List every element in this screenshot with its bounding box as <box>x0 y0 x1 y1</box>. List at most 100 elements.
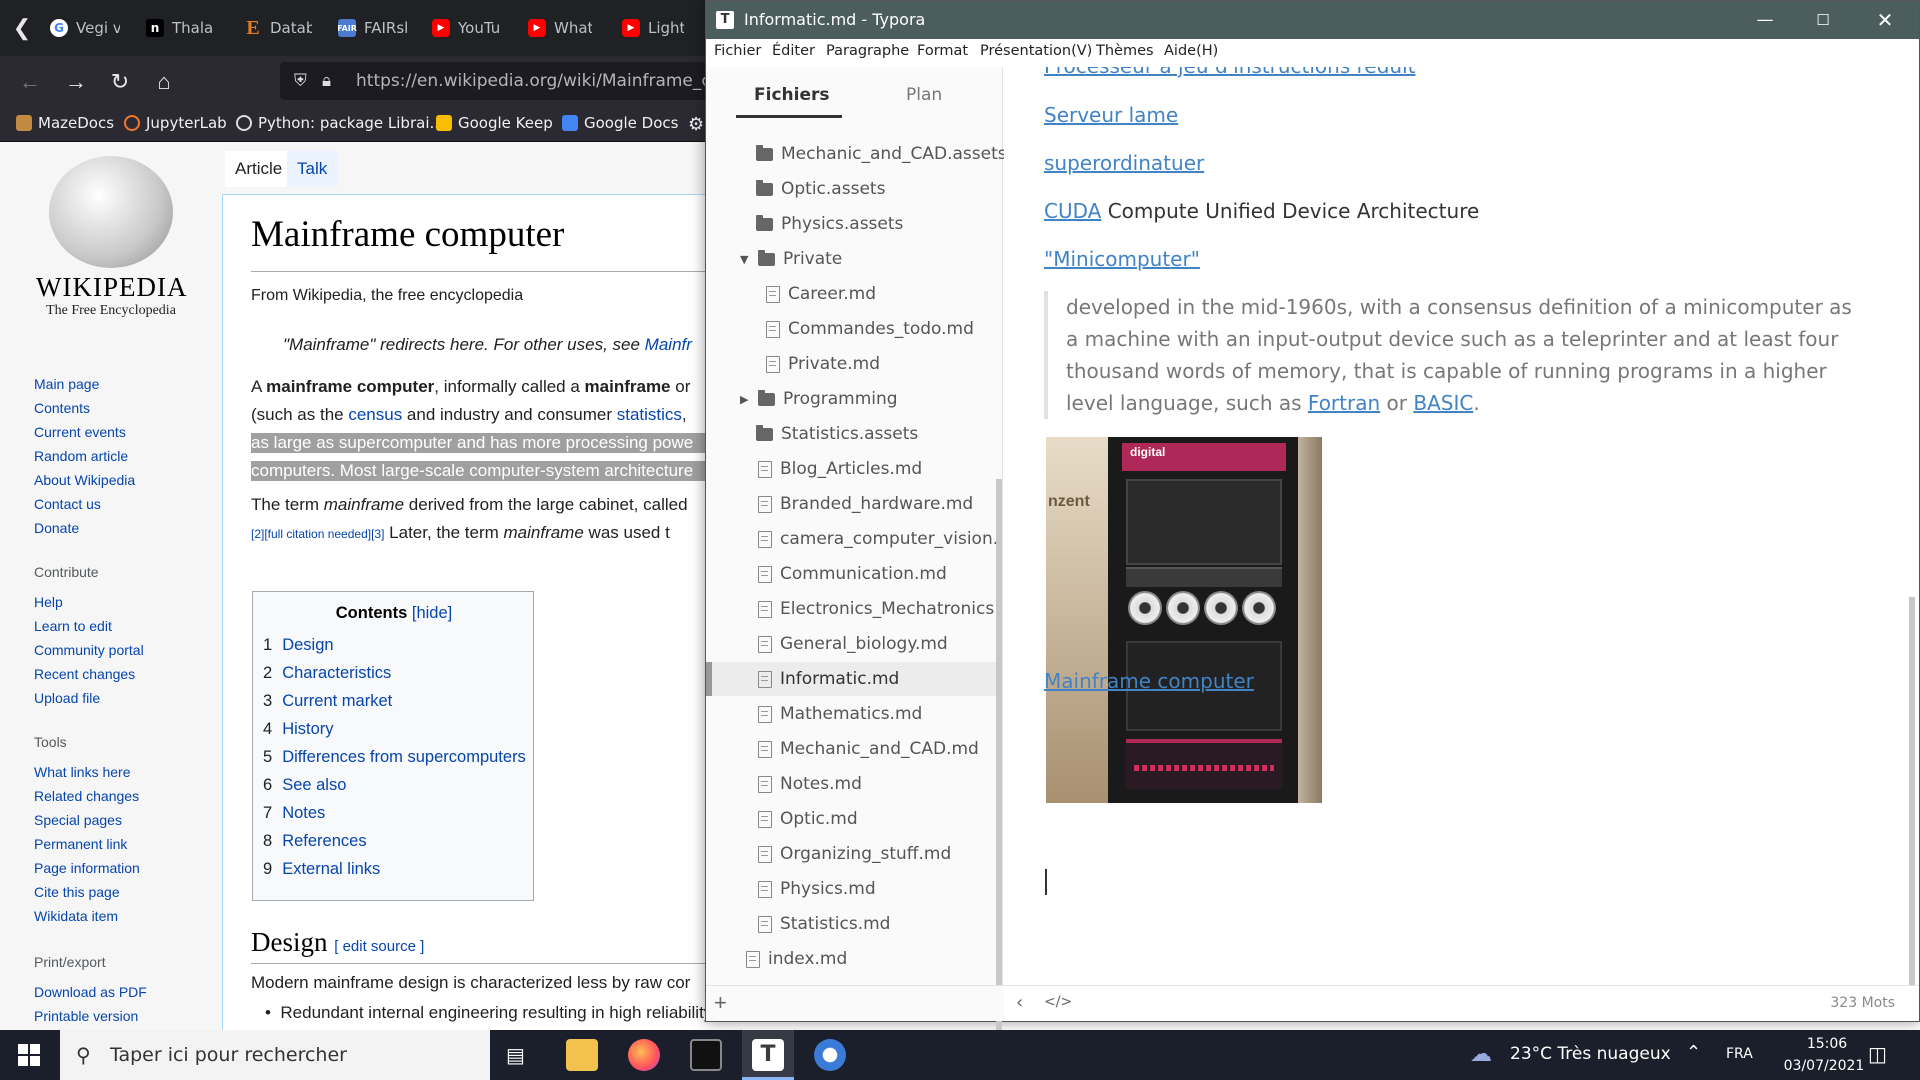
file-tree-item[interactable]: index.md <box>746 942 996 976</box>
nav-what-links-here[interactable]: What links here <box>34 764 130 780</box>
nav-download-pdf[interactable]: Download as PDF <box>34 984 147 1000</box>
file-tree-item[interactable]: Optic.md <box>758 802 996 836</box>
bookmark-mazedocs[interactable]: MazeDocs <box>16 114 114 132</box>
nav-printable-version[interactable]: Printable version <box>34 1008 138 1024</box>
nav-special-pages[interactable]: Special pages <box>34 812 122 828</box>
file-tree-item[interactable]: Private.md <box>766 347 880 381</box>
reload-icon[interactable]: ↻ <box>106 68 134 96</box>
clock-date[interactable]: 03/07/2021 <box>1768 1058 1880 1074</box>
nav-main-page[interactable]: Main page <box>34 376 99 392</box>
toc-item[interactable]: 3 Current market <box>263 692 392 711</box>
bookmark-jupyterlab[interactable]: JupyterLab <box>124 114 227 132</box>
nav-learn-to-edit[interactable]: Learn to edit <box>34 618 112 634</box>
menu-fichier[interactable]: Fichier <box>714 43 761 59</box>
tab-plan[interactable]: Plan <box>906 85 942 105</box>
chevron-up-icon[interactable]: ⌃ <box>1686 1042 1701 1063</box>
caret-right-icon[interactable]: ▶ <box>740 393 750 406</box>
firefox-icon[interactable] <box>628 1039 660 1071</box>
doc-link-serveur-lame[interactable]: Serveur lame <box>1044 103 1178 127</box>
doc-link-cuda[interactable]: CUDA <box>1044 199 1101 223</box>
tab-fichiers[interactable]: Fichiers <box>754 85 829 105</box>
file-tree-item[interactable]: Career.md <box>766 277 876 311</box>
maximize-icon[interactable]: ☐ <box>1794 1 1852 39</box>
notification-icon[interactable]: ◫ <box>1868 1042 1887 1066</box>
doc-link-superordinateur[interactable]: superordinatuer <box>1044 151 1204 175</box>
file-tree-item[interactable]: Notes.md <box>758 767 996 801</box>
wikipedia-logo[interactable]: WIKIPEDIA The Free Encyclopedia <box>36 156 186 318</box>
browser-tab[interactable]: ▶ What <box>528 8 592 48</box>
nav-community-portal[interactable]: Community portal <box>34 642 144 658</box>
browser-tab[interactable]: ▶ Light <box>622 8 684 48</box>
file-tree-item[interactable]: ▶ Programming <box>740 382 898 416</box>
nav-related-changes[interactable]: Related changes <box>34 788 139 804</box>
toc-item[interactable]: 6 See also <box>263 776 346 795</box>
basic-link[interactable]: BASIC <box>1413 391 1473 415</box>
nav-donate[interactable]: Donate <box>34 520 79 536</box>
toc-hide-link[interactable]: [hide] <box>412 604 452 622</box>
weather-cloud-icon[interactable]: ☁ <box>1470 1042 1492 1067</box>
doc-link-minicomputer[interactable]: "Minicomputer" <box>1044 247 1200 271</box>
nav-recent-changes[interactable]: Recent changes <box>34 666 135 682</box>
doc-link-mainframe[interactable]: Mainframe computer <box>1044 669 1254 693</box>
nav-contact[interactable]: Contact us <box>34 496 101 512</box>
edit-source-link[interactable]: [ edit source ] <box>334 938 424 955</box>
nav-about[interactable]: About Wikipedia <box>34 472 135 488</box>
file-tree-item[interactable]: Branded_hardware.md <box>758 487 996 521</box>
menu-themes[interactable]: Thèmes <box>1096 43 1154 59</box>
citation-links[interactable]: [2][full citation needed][3] <box>251 527 384 541</box>
census-link[interactable]: census <box>348 405 402 424</box>
signal-icon[interactable] <box>814 1039 846 1071</box>
file-tree-item[interactable]: ▼ Private <box>740 242 842 276</box>
file-tree-item[interactable]: Statistics.md <box>758 907 996 941</box>
caret-down-icon[interactable]: ▼ <box>740 253 750 266</box>
nav-cite-this-page[interactable]: Cite this page <box>34 884 120 900</box>
toc-item[interactable]: 5 Differences from supercomputers <box>263 748 526 767</box>
back-icon[interactable]: ← <box>16 68 44 96</box>
forward-icon[interactable]: → <box>62 68 90 96</box>
chevron-left-icon[interactable]: ‹ <box>1016 992 1023 1013</box>
file-explorer-icon[interactable] <box>566 1039 598 1071</box>
toc-item[interactable]: 4 History <box>263 720 334 739</box>
browser-tab[interactable]: G Vegi v <box>50 8 120 48</box>
language-indicator[interactable]: FRA <box>1726 1046 1753 1062</box>
file-tree-item[interactable]: Communication.md <box>758 557 996 591</box>
nav-help[interactable]: Help <box>34 594 63 610</box>
taskbar-search[interactable]: ⚲ Taper ici pour rechercher <box>60 1030 490 1080</box>
hatnote-link[interactable]: Mainfr <box>645 335 692 354</box>
word-count[interactable]: 323 Mots <box>1830 995 1895 1011</box>
nav-permanent-link[interactable]: Permanent link <box>34 836 127 852</box>
bookmark-google-keep[interactable]: Google Keep <box>436 114 553 132</box>
browser-tab[interactable]: FAIR FAIRsl <box>338 8 410 48</box>
nav-upload-file[interactable]: Upload file <box>34 690 100 706</box>
fortran-link[interactable]: Fortran <box>1308 391 1380 415</box>
toc-item[interactable]: 2 Characteristics <box>263 664 391 683</box>
nav-random-article[interactable]: Random article <box>34 448 128 464</box>
file-tree-item[interactable]: Statistics.assets <box>756 417 918 451</box>
nav-contents[interactable]: Contents <box>34 400 90 416</box>
statistics-link[interactable]: statistics <box>617 405 682 424</box>
menu-paragraphe[interactable]: Paragraphe <box>826 43 909 59</box>
browser-tab[interactable]: ▶ YouTu <box>432 8 502 48</box>
file-tree-item[interactable]: Organizing_stuff.md <box>758 837 996 871</box>
weather-text[interactable]: 23°C Très nuageux <box>1510 1044 1671 1064</box>
toc-item[interactable]: 8 References <box>263 832 367 851</box>
file-tree-item[interactable]: Optic.assets <box>756 172 885 206</box>
file-tree-item[interactable]: Mechanic_and_CAD.md <box>758 732 996 766</box>
windows-start-icon[interactable] <box>18 1044 40 1066</box>
close-icon[interactable]: ✕ <box>1856 1 1914 39</box>
clock-time[interactable]: 15:06 <box>1792 1036 1862 1052</box>
toc-item[interactable]: 9 External links <box>263 860 380 879</box>
gear-icon[interactable]: ⚙ <box>688 114 704 135</box>
file-tree-item[interactable]: Physics.md <box>758 872 996 906</box>
bookmark-python[interactable]: Python: package Librai... <box>236 114 444 132</box>
nav-page-information[interactable]: Page information <box>34 860 140 876</box>
source-code-icon[interactable]: </> <box>1044 994 1072 1010</box>
file-tree-item[interactable]: Mathematics.md <box>758 697 996 731</box>
minimize-icon[interactable]: — <box>1736 1 1794 39</box>
file-tree-item[interactable]: Blog_Articles.md <box>758 452 996 486</box>
terminal-icon[interactable] <box>690 1039 722 1071</box>
sidebar-scrollbar[interactable] <box>996 479 1002 1051</box>
file-tree-item-active[interactable]: Informatic.md <box>758 662 996 696</box>
add-file-icon[interactable]: + <box>714 990 727 1016</box>
file-tree-item[interactable]: Mechanic_and_CAD.assets <box>756 137 1007 171</box>
